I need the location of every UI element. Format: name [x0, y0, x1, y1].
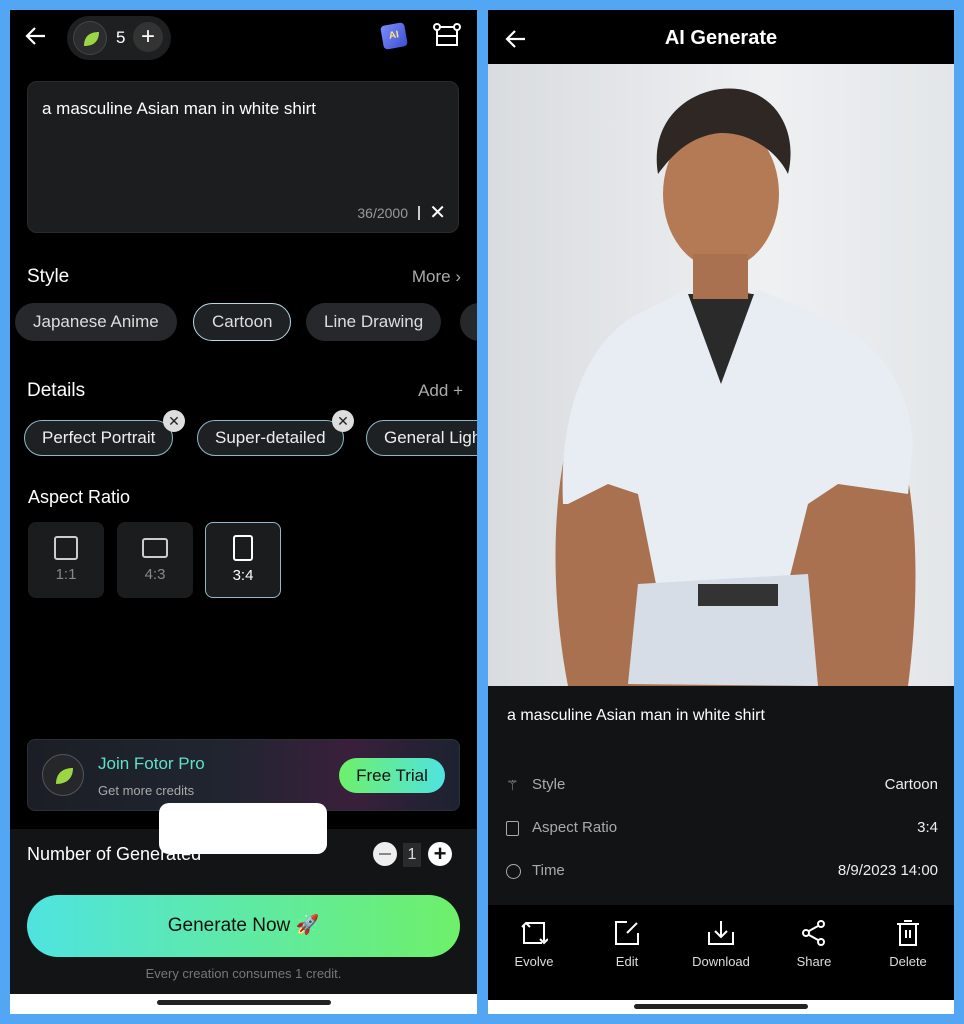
aspect-3-4[interactable]: 3:4 — [205, 522, 281, 598]
divider — [418, 206, 420, 220]
details-title: Details — [27, 380, 86, 401]
clear-prompt-icon[interactable]: ✕ — [429, 200, 446, 225]
result-prompt: a masculine Asian man in white shirt — [507, 707, 765, 724]
style-japanese-anime[interactable]: Japanese Anime — [15, 303, 177, 341]
style-title: Style — [27, 266, 70, 287]
style-cartoon[interactable]: Cartoon — [193, 303, 292, 341]
credits-count: 5 — [116, 28, 126, 47]
edit-button[interactable]: Edit — [592, 920, 662, 969]
create-screen: 5 + AI a masculine Asian man in white sh… — [10, 10, 477, 1014]
share-icon — [802, 920, 825, 946]
add-credits-button[interactable]: + — [133, 22, 163, 52]
details-add-link[interactable]: Add + — [418, 381, 463, 401]
promo-title: Join Fotor Pro — [98, 754, 205, 773]
evolve-icon — [521, 921, 548, 945]
free-trial-button[interactable]: Free Trial — [339, 758, 445, 793]
man-illustration — [555, 88, 916, 686]
detail-super-detailed[interactable]: Super-detailed — [197, 420, 344, 456]
home-indicator — [488, 1000, 954, 1014]
result-screen: AI Generate a masculine Asian man in whi… — [488, 10, 954, 1014]
delete-button[interactable]: Delete — [873, 920, 943, 969]
aspect-4-3[interactable]: 4:3 — [117, 522, 193, 598]
ratio-icon — [142, 538, 168, 558]
history-icon[interactable] — [433, 22, 461, 48]
credit-footnote: Every creation consumes 1 credit. — [145, 966, 342, 981]
style-more-chip[interactable] — [460, 303, 477, 341]
promo-subtitle: Get more credits — [98, 783, 195, 798]
meta-style: ⚚ Style Cartoon — [506, 776, 938, 793]
trash-icon — [897, 920, 919, 946]
aspect-1-1[interactable]: 1:1 — [28, 522, 104, 598]
generated-image[interactable] — [488, 64, 954, 686]
remove-detail-icon[interactable]: ✕ — [163, 410, 185, 432]
credits-pill: 5 + — [67, 16, 171, 60]
clock-icon — [506, 864, 521, 879]
page-title: AI Generate — [664, 27, 778, 49]
leaf-icon — [42, 754, 84, 796]
detail-general-lighting[interactable]: General Lighting — [366, 420, 477, 456]
generate-now-button[interactable]: Generate Now 🚀 — [27, 895, 460, 957]
magic-wand-icon: ⚚ — [506, 777, 519, 793]
ratio-icon — [233, 535, 253, 561]
prompt-input[interactable]: a masculine Asian man in white shirt 36/… — [27, 81, 459, 233]
aspect-ratio-title: Aspect Ratio — [28, 487, 131, 507]
pro-promo-banner[interactable]: Join Fotor Pro Get more credits Free Tri… — [27, 739, 460, 811]
prompt-text: a masculine Asian man in white shirt — [42, 99, 317, 118]
back-arrow-icon[interactable] — [24, 24, 48, 48]
download-button[interactable]: Download — [686, 920, 756, 969]
remove-detail-icon[interactable]: ✕ — [332, 410, 354, 432]
style-line-drawing[interactable]: Line Drawing — [306, 303, 442, 341]
style-more-link[interactable]: More › — [412, 267, 461, 287]
decrease-count-button[interactable] — [373, 842, 397, 866]
char-count: 36/2000 — [357, 205, 408, 221]
evolve-button[interactable]: Evolve — [499, 920, 569, 969]
count-value: 1 — [403, 843, 421, 867]
ai-scroll-icon[interactable]: AI — [380, 22, 408, 50]
meta-aspect-ratio: Aspect Ratio 3:4 — [506, 819, 938, 841]
share-button[interactable]: Share — [779, 920, 849, 969]
download-icon — [708, 921, 734, 945]
meta-time: Time 8/9/2023 14:00 — [506, 862, 938, 884]
home-indicator — [10, 994, 477, 1014]
detail-perfect-portrait[interactable]: Perfect Portrait — [24, 420, 174, 456]
ratio-icon — [506, 821, 519, 836]
leaf-icon — [73, 21, 107, 55]
ratio-icon — [54, 536, 78, 560]
increase-count-button[interactable]: + — [428, 842, 452, 866]
redaction-box — [159, 803, 327, 854]
edit-icon — [615, 921, 639, 945]
